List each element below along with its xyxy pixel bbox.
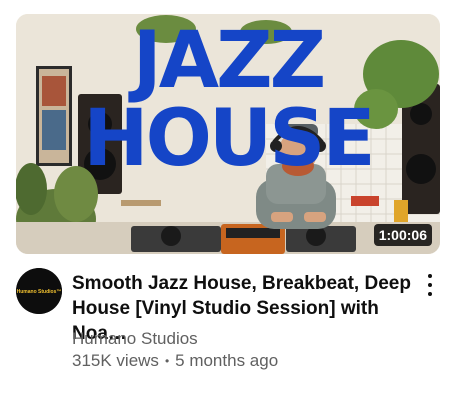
channel-name[interactable]: Humano Studios [72,328,198,350]
thumbnail-headline-jazz: JAZZ [132,16,327,106]
channel-logo-text: Humano Studios™ [17,289,62,295]
more-vert-icon[interactable] [420,274,440,296]
channel-logo: Humano Studios™ [16,268,62,314]
channel-avatar[interactable]: Humano Studios™ [16,268,62,314]
separator-dot: • [164,354,170,368]
video-card[interactable]: JAZZ HOUSE 1:00:06 Humano Studios™ Smoot… [0,0,474,399]
video-stats: 315K views • 5 months ago [72,350,278,372]
upload-age: 5 months ago [175,351,279,370]
video-thumbnail[interactable]: JAZZ HOUSE 1:00:06 [16,14,440,254]
view-count: 315K views [72,351,159,370]
duration-badge: 1:00:06 [373,224,432,246]
thumbnail-headline-house: HOUSE [83,94,375,184]
